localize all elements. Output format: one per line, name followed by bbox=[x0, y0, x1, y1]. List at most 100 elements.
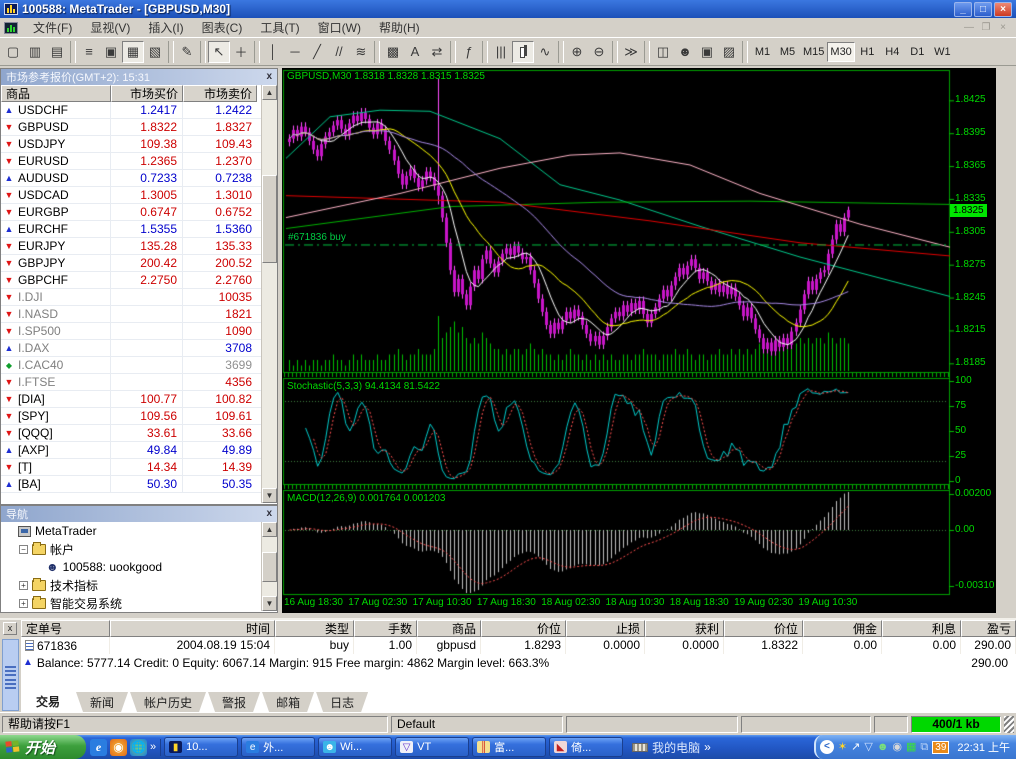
terminal-column-3[interactable]: 手数 bbox=[354, 620, 417, 637]
terminal-tab-日志[interactable]: 日志 bbox=[316, 692, 368, 712]
menu-item-c[interactable]: 图表(C) bbox=[193, 17, 252, 38]
column-header-2[interactable]: 市场卖价 bbox=[183, 85, 257, 102]
expand-icon[interactable]: + bbox=[19, 580, 28, 590]
market-watch-scrollbar[interactable]: ▲ ▼ bbox=[261, 85, 277, 503]
table-row[interactable]: ▼ [DIA] 100.77 100.82 bbox=[1, 391, 261, 408]
arrow-styles-button[interactable]: ⇄ bbox=[426, 41, 448, 63]
scroll-down-icon[interactable]: ▼ bbox=[262, 596, 277, 611]
table-row[interactable]: ▼ I.SP500 1090 bbox=[1, 323, 261, 340]
vertical-line-button[interactable]: │ bbox=[262, 41, 284, 63]
resize-grip[interactable] bbox=[1004, 715, 1014, 733]
table-row[interactable]: ▼ [T] 14.34 14.39 bbox=[1, 459, 261, 476]
attach-script-button[interactable]: ✎ bbox=[176, 41, 198, 63]
table-row[interactable]: ▲ I.DAX 3708 bbox=[1, 340, 261, 357]
start-button[interactable]: 开始 bbox=[0, 735, 86, 759]
quick-launch-overflow-icon[interactable]: » bbox=[150, 741, 156, 753]
terminal-tab-警报[interactable]: 警报 bbox=[208, 692, 260, 712]
terminal-button[interactable]: ▦ bbox=[122, 40, 144, 63]
navigator-titlebar[interactable]: 导航 x bbox=[1, 506, 277, 522]
timeframe-m15[interactable]: M15 bbox=[800, 42, 827, 62]
tray-cursor-icon[interactable]: ↗ bbox=[851, 740, 860, 754]
tray-connection-icon[interactable]: ⧉ bbox=[920, 740, 928, 754]
maximize-button[interactable]: □ bbox=[974, 1, 992, 17]
table-row[interactable]: ▼ I.DJI 10035 bbox=[1, 289, 261, 306]
timeframe-h1[interactable]: H1 bbox=[855, 42, 880, 62]
terminal-column-4[interactable]: 商品 bbox=[417, 620, 481, 637]
step-forward-button[interactable]: ≫ bbox=[620, 41, 642, 63]
table-row[interactable]: ▼ [SPY] 109.56 109.61 bbox=[1, 408, 261, 425]
terminal-column-5[interactable]: 价位 bbox=[481, 620, 566, 637]
menu-item-i[interactable]: 插入(I) bbox=[139, 17, 192, 38]
new-chart-button[interactable]: ▢ bbox=[2, 41, 24, 63]
tray-cd-icon[interactable]: ◉ bbox=[892, 740, 902, 754]
chart-profiles-button[interactable]: ▨ bbox=[718, 41, 740, 63]
tray-messenger-icon[interactable]: ☻ bbox=[877, 740, 889, 754]
navigator-scrollbar[interactable]: ▲ ▼ bbox=[261, 522, 277, 611]
close-icon[interactable]: x bbox=[266, 72, 272, 82]
terminal-column-9[interactable]: 佣金 bbox=[803, 620, 882, 637]
table-row[interactable]: ▼ EURUSD 1.2365 1.2370 bbox=[1, 153, 261, 170]
candlestick-button[interactable] bbox=[512, 40, 534, 63]
close-button[interactable]: × bbox=[994, 1, 1012, 17]
table-row[interactable]: ▲ [AXP] 49.84 49.89 bbox=[1, 442, 261, 459]
data-history-button[interactable]: ▣ bbox=[100, 41, 122, 63]
column-header-1[interactable]: 市场买价 bbox=[111, 85, 183, 102]
chart-window[interactable]: GBPUSD,M30 1.8318 1.8328 1.8315 1.8325 S… bbox=[282, 68, 996, 613]
task-button-ie[interactable]: e 外... bbox=[241, 737, 316, 757]
table-row[interactable]: ▲ AUDUSD 0.7233 0.7238 bbox=[1, 170, 261, 187]
terminal-column-0[interactable]: 定单号 bbox=[21, 620, 110, 637]
table-row[interactable]: ▼ USDJPY 109.38 109.43 bbox=[1, 136, 261, 153]
text-button[interactable]: A bbox=[404, 41, 426, 63]
timeframe-m30[interactable]: M30 bbox=[827, 41, 855, 62]
child-restore-button[interactable]: ❐ bbox=[979, 22, 993, 33]
menu-item-t[interactable]: 工具(T) bbox=[251, 17, 308, 38]
terminal-tab-交易[interactable]: 交易 bbox=[22, 690, 74, 712]
terminal-tab-邮箱[interactable]: 邮箱 bbox=[262, 692, 314, 712]
tree-item[interactable]: + 技术指标 bbox=[1, 576, 261, 594]
table-row[interactable]: ▼ GBPJPY 200.42 200.52 bbox=[1, 255, 261, 272]
terminal-tab-新闻[interactable]: 新闻 bbox=[76, 692, 128, 712]
column-header-0[interactable]: 商品 bbox=[1, 85, 111, 102]
table-row[interactable]: ▼ EURJPY 135.28 135.33 bbox=[1, 238, 261, 255]
table-row[interactable]: ▼ I.FTSE 4356 bbox=[1, 374, 261, 391]
terminal-close-button[interactable]: x bbox=[3, 622, 17, 635]
expand-icon[interactable]: + bbox=[19, 598, 28, 608]
table-row[interactable]: ▼ GBPCHF 2.2750 2.2760 bbox=[1, 272, 261, 289]
task-button-metatrader[interactable]: ▮ 10... bbox=[164, 737, 239, 757]
task-button-chart[interactable]: ◣ 倚... bbox=[549, 737, 624, 757]
terminal-tab-帐户历史[interactable]: 帐户历史 bbox=[130, 692, 206, 712]
terminal-column-10[interactable]: 利息 bbox=[882, 620, 961, 637]
zoom-in-button[interactable]: ⊕ bbox=[566, 41, 588, 63]
minimize-button[interactable]: _ bbox=[954, 1, 972, 17]
options-button[interactable]: ▧ bbox=[144, 41, 166, 63]
tray-vt-icon[interactable]: ▽ bbox=[864, 740, 872, 754]
table-row[interactable]: ▼ EURGBP 0.6747 0.6752 bbox=[1, 204, 261, 221]
table-row[interactable]: ▲ USDCHF 1.2417 1.2422 bbox=[1, 102, 261, 119]
scroll-up-icon[interactable]: ▲ bbox=[262, 522, 277, 537]
chart-window-icon[interactable] bbox=[4, 21, 18, 34]
price-chart-canvas[interactable] bbox=[282, 68, 996, 613]
menu-item-h[interactable]: 帮助(H) bbox=[370, 17, 429, 38]
ie-icon[interactable]: e bbox=[90, 738, 107, 756]
table-row[interactable]: ◆ I.CAC40 3699 bbox=[1, 357, 261, 374]
tree-item[interactable]: ☻ 100588: uookgood bbox=[1, 558, 261, 576]
menu-item-f[interactable]: 文件(F) bbox=[24, 17, 81, 38]
task-button-candles[interactable]: ║ 富... bbox=[472, 737, 547, 757]
tree-item[interactable]: − 帐户 bbox=[1, 540, 261, 558]
tray-collapse-icon[interactable]: < bbox=[819, 740, 834, 754]
line-chart-button[interactable]: ∿ bbox=[534, 41, 556, 63]
grid-button[interactable]: ▩ bbox=[382, 41, 404, 63]
horizontal-line-button[interactable]: ─ bbox=[284, 41, 306, 63]
timeframe-h4[interactable]: H4 bbox=[880, 42, 905, 62]
collapse-icon[interactable]: − bbox=[19, 544, 28, 554]
taskbar-item-my-computer[interactable]: 我的电脑 » bbox=[626, 739, 717, 756]
media-player-icon[interactable]: ◉ bbox=[110, 738, 127, 756]
status-profile[interactable]: Default bbox=[391, 715, 563, 733]
task-button-messenger[interactable]: ☻ Wi... bbox=[318, 737, 393, 757]
table-row[interactable]: ▼ [QQQ] 33.61 33.66 bbox=[1, 425, 261, 442]
scroll-up-icon[interactable]: ▲ bbox=[262, 85, 277, 100]
timeframe-w1[interactable]: W1 bbox=[930, 42, 955, 62]
tree-item[interactable]: + 智能交易系统 bbox=[1, 594, 261, 611]
task-button-vt[interactable]: ▽ VT bbox=[395, 737, 470, 757]
child-close-button[interactable]: × bbox=[996, 22, 1010, 33]
